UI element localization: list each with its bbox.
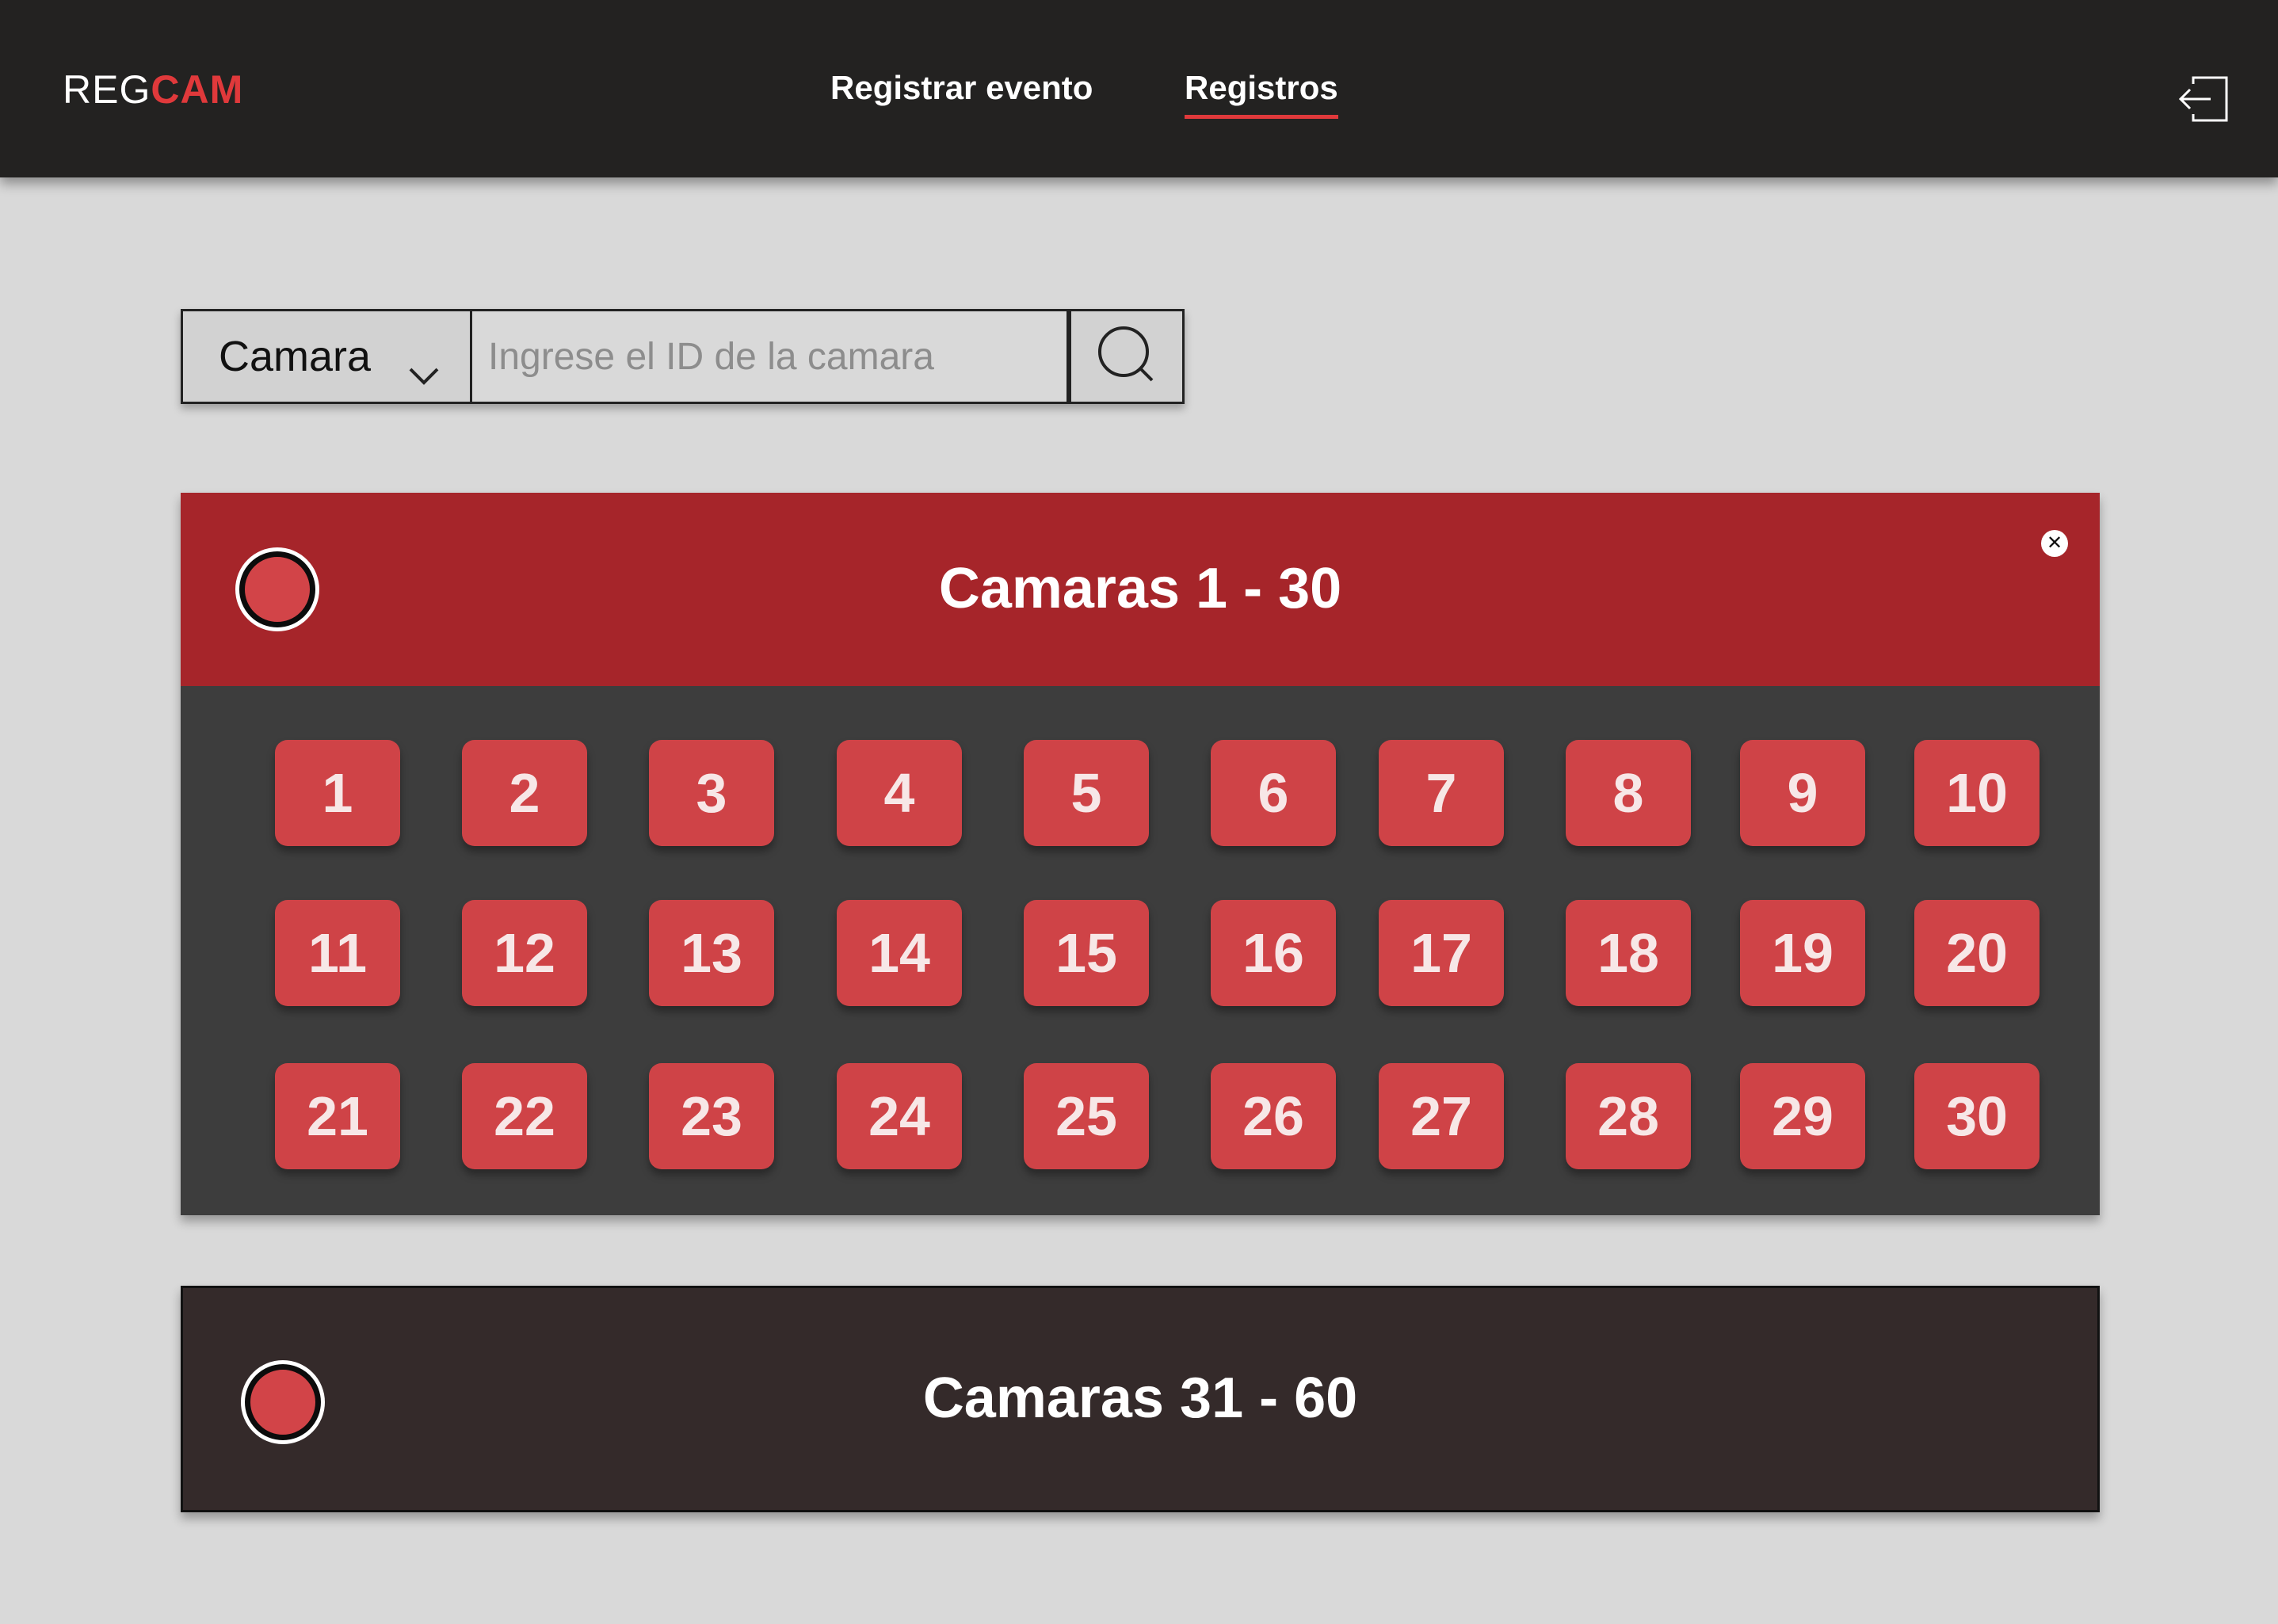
camera-group-title: Camaras 31 - 60 — [922, 1367, 1358, 1430]
camera-group-title: Camaras 1 - 30 — [938, 557, 1342, 620]
camera-button[interactable]: 1 — [275, 740, 400, 846]
camera-button[interactable]: 5 — [1024, 740, 1149, 846]
logo-prefix: REG — [63, 67, 151, 112]
close-icon[interactable]: ✕ — [2041, 530, 2068, 557]
app-logo[interactable]: REGCAM — [63, 62, 243, 117]
camera-group-31-60[interactable]: Camaras 31 - 60 — [181, 1286, 2100, 1512]
camera-button[interactable]: 30 — [1914, 1063, 2040, 1169]
camera-button[interactable]: 26 — [1211, 1063, 1336, 1169]
camera-group-1-30: Camaras 1 - 30 1 2 3 4 5 6 7 8 9 10 11 12 13 14 15 16 17… — [181, 493, 2100, 1215]
camera-button[interactable]: 20 — [1914, 900, 2040, 1006]
camera-button[interactable]: 16 — [1211, 900, 1336, 1006]
camera-button[interactable]: 23 — [649, 1063, 774, 1169]
camera-button[interactable]: 19 — [1740, 900, 1865, 1006]
camera-button[interactable]: 18 — [1566, 900, 1691, 1006]
camera-search-bar: Camara — [181, 309, 1185, 404]
logout-icon[interactable] — [2177, 73, 2234, 125]
search-button[interactable] — [1069, 309, 1185, 404]
camera-button[interactable]: 11 — [275, 900, 400, 1006]
camera-button[interactable]: 6 — [1211, 740, 1336, 846]
camera-button[interactable]: 21 — [275, 1063, 400, 1169]
search-filter-value: Camara — [219, 333, 372, 380]
camera-button[interactable]: 10 — [1914, 740, 2040, 846]
logo-accent: CAM — [151, 67, 244, 112]
camera-button[interactable]: 27 — [1379, 1063, 1504, 1169]
camera-id-search-input[interactable] — [472, 309, 1069, 404]
camera-button[interactable]: 28 — [1566, 1063, 1691, 1169]
nav-registros[interactable]: Registros — [1185, 63, 1338, 119]
camera-button[interactable]: 29 — [1740, 1063, 1865, 1169]
camera-button[interactable]: 14 — [837, 900, 962, 1006]
camera-button[interactable]: 22 — [462, 1063, 587, 1169]
camera-button[interactable]: 13 — [649, 900, 774, 1006]
camera-button[interactable]: 7 — [1379, 740, 1504, 846]
camera-button[interactable]: 9 — [1740, 740, 1865, 846]
camera-button[interactable]: 2 — [462, 740, 587, 846]
chevron-down-icon — [408, 348, 440, 397]
search-icon — [1097, 325, 1157, 389]
camera-button[interactable]: 24 — [837, 1063, 962, 1169]
camera-button[interactable]: 25 — [1024, 1063, 1149, 1169]
top-nav-bar: REGCAM Registrar evento Registros — [0, 0, 2278, 177]
search-filter-select[interactable]: Camara — [181, 309, 472, 404]
camera-group-header[interactable]: Camaras 1 - 30 — [181, 493, 2100, 686]
camera-button[interactable]: 4 — [837, 740, 962, 846]
camera-button[interactable]: 8 — [1566, 740, 1691, 846]
nav-registrar-evento[interactable]: Registrar evento — [830, 63, 1093, 119]
camera-button[interactable]: 17 — [1379, 900, 1504, 1006]
camera-button[interactable]: 12 — [462, 900, 587, 1006]
camera-button[interactable]: 15 — [1024, 900, 1149, 1006]
camera-button[interactable]: 3 — [649, 740, 774, 846]
